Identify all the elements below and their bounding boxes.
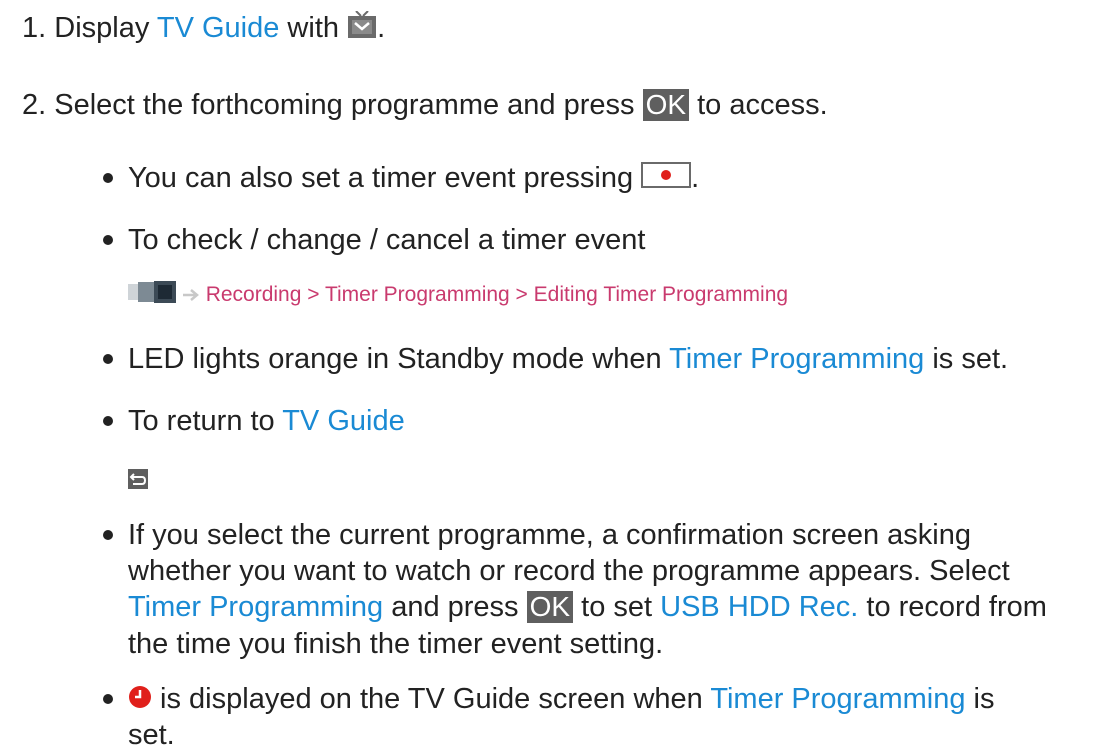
bullet-text: and press bbox=[383, 591, 527, 623]
step-2: 2. Select the forthcoming programme and … bbox=[22, 88, 828, 122]
bullet-text: whether you want to watch or record the … bbox=[128, 555, 1010, 587]
bullet-dot bbox=[103, 354, 113, 364]
bullet-text: is bbox=[965, 683, 995, 715]
back-icon-row bbox=[128, 462, 148, 497]
timer-programming-link[interactable]: Timer Programming bbox=[710, 683, 965, 715]
bullet-timer-key: You can also set a timer event pressing … bbox=[128, 161, 699, 196]
timer-programming-link[interactable]: Timer Programming bbox=[128, 591, 383, 623]
step-text: to access. bbox=[689, 89, 828, 121]
step-number: 1. bbox=[22, 12, 47, 44]
bullet-dot bbox=[103, 173, 113, 183]
bullet-led: LED lights orange in Standby mode when T… bbox=[128, 342, 1008, 376]
timer-clock-icon bbox=[128, 683, 152, 717]
usb-hdd-rec-link[interactable]: USB HDD Rec. bbox=[660, 591, 858, 623]
bullet-text: LED lights orange in Standby mode when bbox=[128, 343, 670, 375]
menu-path[interactable]: Recording > Timer Programming > Editing … bbox=[206, 283, 788, 306]
step-text: Display bbox=[54, 12, 157, 44]
tv-guide-link[interactable]: TV Guide bbox=[157, 12, 280, 44]
step-text: with bbox=[279, 12, 348, 44]
step-text: Select the forthcoming programme and pre… bbox=[54, 89, 643, 121]
bullet-dot bbox=[103, 235, 113, 245]
bullet-text: To return to bbox=[128, 405, 283, 437]
bullet-text: to set bbox=[573, 591, 661, 623]
bullet-current-line4: the time you finish the timer event sett… bbox=[128, 627, 663, 661]
bullet-text: is set. bbox=[924, 343, 1009, 375]
bullet-dot bbox=[103, 694, 113, 704]
arrow-right-icon bbox=[182, 283, 200, 309]
back-return-icon bbox=[128, 463, 148, 497]
bullet-text: to record from bbox=[858, 591, 1047, 623]
menu-apps-icon bbox=[128, 281, 176, 310]
bullet-current-line3: Timer Programming and press OK to set US… bbox=[128, 590, 1047, 624]
bullet-return: To return to TV Guide bbox=[128, 404, 405, 438]
step-1: 1. Display TV Guide with . bbox=[22, 10, 386, 47]
ok-key: OK bbox=[526, 591, 574, 623]
bullet-text: set. bbox=[128, 719, 175, 751]
menu-path-row: Recording > Timer Programming > Editing … bbox=[128, 281, 788, 310]
timer-programming-link[interactable]: Timer Programming bbox=[669, 343, 924, 375]
bullet-check-change: To check / change / cancel a timer event bbox=[128, 223, 645, 257]
bullet-text: If you select the current programme, a c… bbox=[128, 519, 971, 551]
bullet-dot bbox=[103, 530, 113, 540]
bullet-current-line1: If you select the current programme, a c… bbox=[128, 518, 971, 552]
bullet-text: . bbox=[691, 162, 700, 194]
tv-guide-button-icon bbox=[347, 10, 377, 47]
bullet-timer-icon: is displayed on the TV Guide screen when… bbox=[128, 682, 994, 717]
bullet-text: is displayed on the TV Guide screen when bbox=[152, 683, 711, 715]
bullet-current-line2: whether you want to watch or record the … bbox=[128, 554, 1010, 588]
step-number: 2. bbox=[22, 89, 47, 121]
bullet-dot bbox=[103, 416, 113, 426]
bullet-timer-icon-line2: set. bbox=[128, 718, 175, 752]
record-button-icon bbox=[641, 162, 692, 196]
bullet-text: You can also set a timer event pressing bbox=[128, 162, 642, 194]
ok-key: OK bbox=[642, 89, 690, 121]
step-text: . bbox=[377, 12, 386, 44]
bullet-text: To check / change / cancel a timer event bbox=[128, 224, 646, 256]
tv-guide-link[interactable]: TV Guide bbox=[282, 405, 405, 437]
bullet-text: the time you finish the timer event sett… bbox=[128, 628, 664, 660]
